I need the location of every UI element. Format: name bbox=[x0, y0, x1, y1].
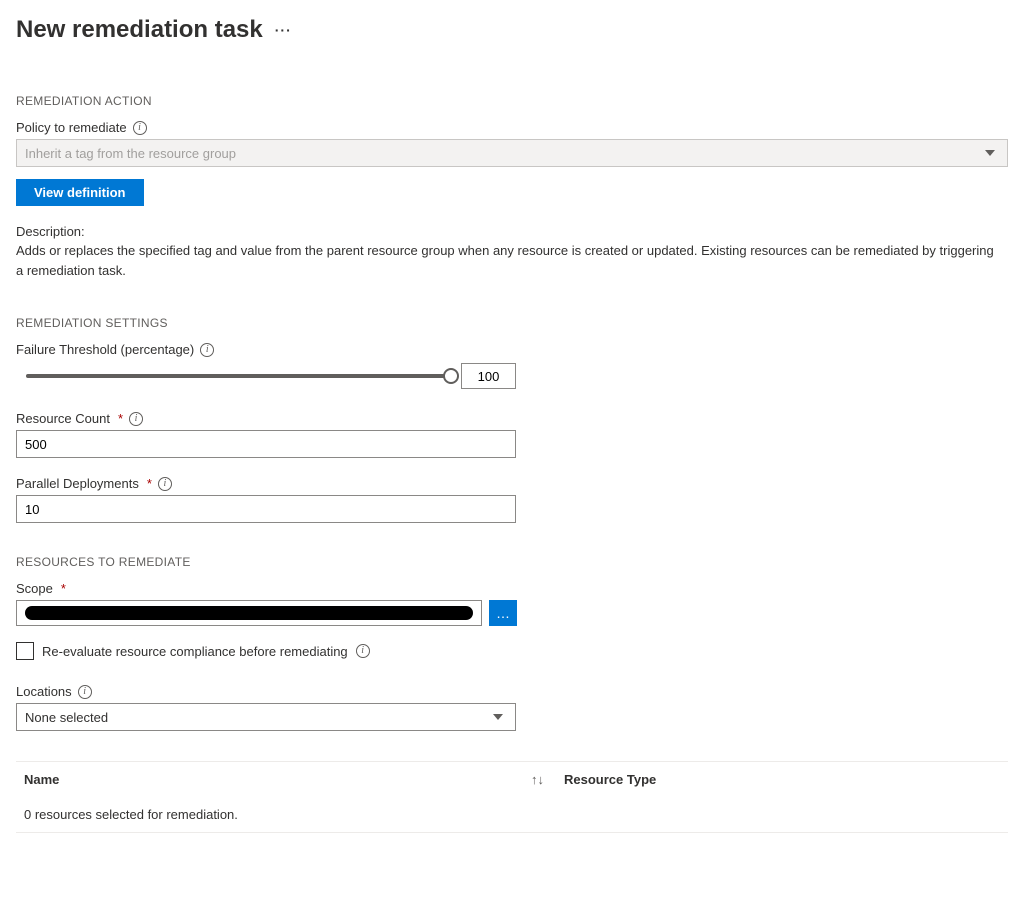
failure-threshold-slider[interactable] bbox=[16, 363, 516, 389]
scope-label: Scope * bbox=[16, 581, 1008, 596]
required-indicator: * bbox=[61, 581, 66, 596]
page-title-text: New remediation task bbox=[16, 16, 263, 44]
chevron-down-icon bbox=[493, 714, 503, 720]
failure-threshold-text: Failure Threshold (percentage) bbox=[16, 342, 194, 357]
info-icon[interactable]: i bbox=[158, 477, 172, 491]
column-name-text: Name bbox=[24, 772, 59, 787]
parallel-deployments-input[interactable] bbox=[16, 495, 516, 523]
description-label: Description: bbox=[16, 224, 1008, 239]
more-actions-icon[interactable]: ··· bbox=[275, 22, 292, 38]
policy-to-remediate-dropdown[interactable]: Inherit a tag from the resource group bbox=[16, 139, 1008, 167]
reevaluate-checkbox[interactable] bbox=[16, 642, 34, 660]
empty-message: 0 resources selected for remediation. bbox=[24, 807, 238, 822]
page-title: New remediation task ··· bbox=[16, 16, 1008, 44]
resource-count-input[interactable] bbox=[16, 430, 516, 458]
info-icon[interactable]: i bbox=[129, 412, 143, 426]
scope-text: Scope bbox=[16, 581, 53, 596]
reevaluate-checkbox-row: Re-evaluate resource compliance before r… bbox=[16, 642, 1008, 660]
info-icon[interactable]: i bbox=[200, 343, 214, 357]
failure-threshold-value[interactable] bbox=[461, 363, 516, 389]
locations-label: Locations i bbox=[16, 684, 1008, 699]
resources-table: Name ↑↓ Resource Type 0 resources select… bbox=[16, 761, 1008, 833]
resources-to-remediate-heading: RESOURCES TO REMEDIATE bbox=[16, 555, 1008, 569]
failure-threshold-label: Failure Threshold (percentage) i bbox=[16, 342, 1008, 357]
slider-thumb[interactable] bbox=[443, 368, 459, 384]
column-name[interactable]: Name ↑↓ bbox=[24, 772, 564, 787]
required-indicator: * bbox=[118, 411, 123, 426]
parallel-deployments-text: Parallel Deployments bbox=[16, 476, 139, 491]
view-definition-button[interactable]: View definition bbox=[16, 179, 144, 206]
policy-value: Inherit a tag from the resource group bbox=[25, 146, 236, 161]
required-indicator: * bbox=[147, 476, 152, 491]
locations-text: Locations bbox=[16, 684, 72, 699]
reevaluate-label: Re-evaluate resource compliance before r… bbox=[42, 644, 348, 659]
slider-track[interactable] bbox=[26, 374, 451, 378]
redacted-content bbox=[25, 606, 473, 620]
info-icon[interactable]: i bbox=[78, 685, 92, 699]
table-header: Name ↑↓ Resource Type bbox=[16, 762, 1008, 797]
info-icon[interactable]: i bbox=[133, 121, 147, 135]
policy-to-remediate-label: Policy to remediate i bbox=[16, 120, 1008, 135]
remediation-action-heading: REMEDIATION ACTION bbox=[16, 94, 1008, 108]
description-text: Adds or replaces the specified tag and v… bbox=[16, 241, 996, 280]
scope-picker-button[interactable]: … bbox=[489, 600, 517, 626]
remediation-settings-heading: REMEDIATION SETTINGS bbox=[16, 316, 1008, 330]
column-type-text: Resource Type bbox=[564, 772, 656, 787]
locations-value: None selected bbox=[25, 710, 108, 725]
sort-icon[interactable]: ↑↓ bbox=[531, 772, 544, 787]
resource-count-text: Resource Count bbox=[16, 411, 110, 426]
info-icon[interactable]: i bbox=[356, 644, 370, 658]
policy-label-text: Policy to remediate bbox=[16, 120, 127, 135]
scope-input[interactable] bbox=[16, 600, 482, 626]
column-resource-type[interactable]: Resource Type bbox=[564, 772, 1000, 787]
table-empty-row: 0 resources selected for remediation. bbox=[16, 797, 1008, 833]
chevron-down-icon bbox=[985, 150, 995, 156]
resource-count-label: Resource Count * i bbox=[16, 411, 516, 426]
parallel-deployments-label: Parallel Deployments * i bbox=[16, 476, 516, 491]
locations-dropdown[interactable]: None selected bbox=[16, 703, 516, 731]
